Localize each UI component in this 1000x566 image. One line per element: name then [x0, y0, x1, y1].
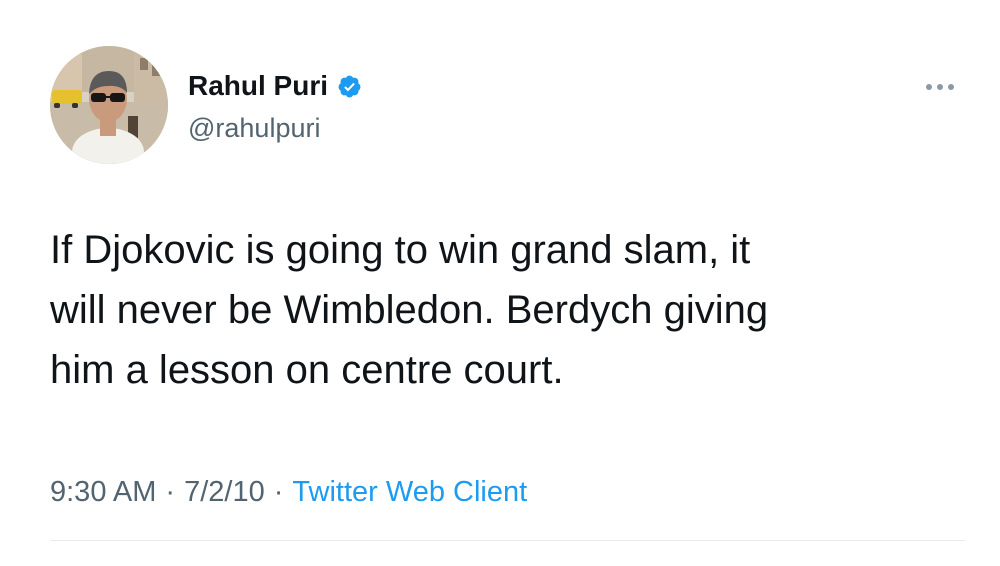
author-handle[interactable]: @rahulpuri: [188, 110, 320, 146]
tweet-text: If Djokovic is going to win grand slam, …: [50, 228, 769, 392]
divider: [50, 540, 965, 541]
meta-separator: ·: [165, 476, 176, 508]
meta-separator: ·: [273, 476, 284, 508]
more-horizontal-icon: [937, 84, 943, 90]
tweet-date[interactable]: 7/2/10: [184, 471, 265, 513]
more-horizontal-icon: [926, 84, 932, 90]
avatar-photo: [50, 46, 168, 164]
more-horizontal-icon: [948, 84, 954, 90]
tweet-time[interactable]: 9:30 AM: [50, 471, 156, 513]
tweet-meta: 9:30 AM · 7/2/10 · Twitter Web Client: [50, 471, 527, 513]
avatar[interactable]: [50, 46, 168, 164]
author-display-name[interactable]: Rahul Puri: [188, 68, 328, 104]
verified-badge-icon: [337, 74, 362, 99]
author-name-row: Rahul Puri: [188, 68, 362, 104]
tweet-source-link[interactable]: Twitter Web Client: [292, 471, 527, 513]
tweet-card: Rahul Puri @rahulpuri If Djokovic is goi…: [0, 0, 1000, 566]
more-options-button[interactable]: [918, 72, 962, 102]
